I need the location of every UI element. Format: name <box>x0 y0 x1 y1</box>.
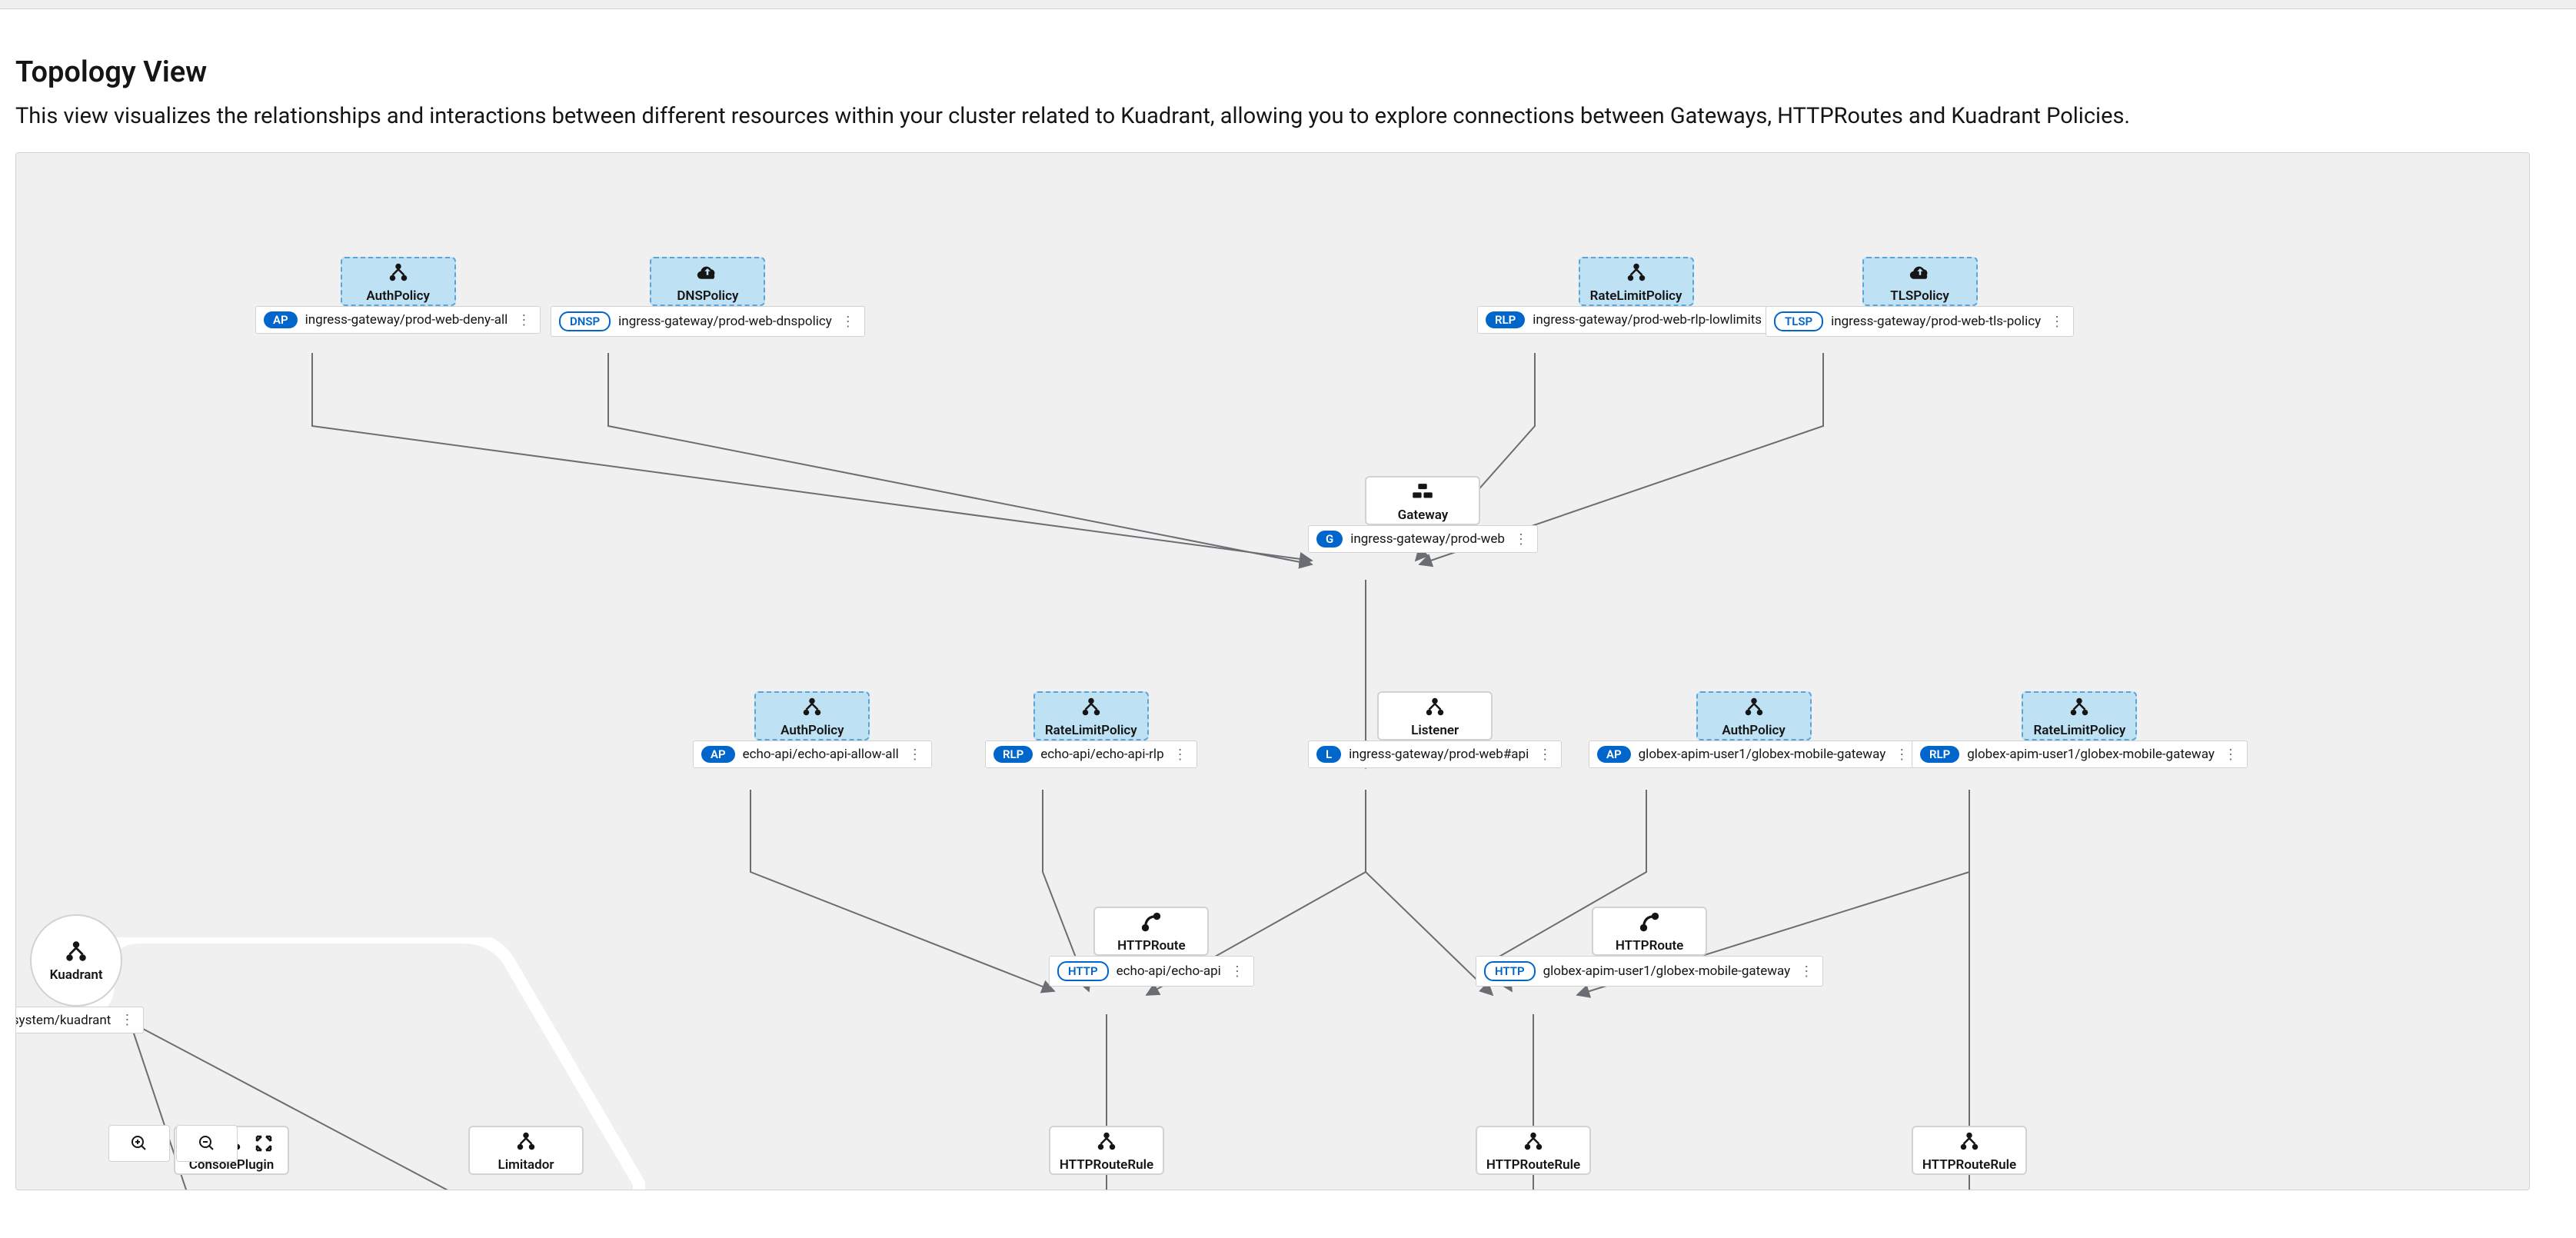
rule-icon <box>1956 1128 1982 1154</box>
node-ratelimit-1[interactable]: RateLimitPolicy RLPingress-gateway/prod-… <box>1477 257 1795 334</box>
cloud-up-icon <box>694 259 721 285</box>
kebab-menu[interactable] <box>1172 747 1189 763</box>
node-httprouterule-1[interactable]: HTTPRouteRule <box>1049 1126 1164 1175</box>
kebab-menu[interactable] <box>515 312 532 328</box>
policy-icon <box>385 259 411 285</box>
topology-canvas[interactable]: AuthPolicy APingress-gateway/prod-web-de… <box>15 152 2530 1190</box>
kebab-menu[interactable] <box>1798 963 1815 980</box>
policy-icon <box>1078 694 1104 720</box>
zoom-in-button[interactable] <box>108 1125 170 1162</box>
cloud-up-icon <box>1907 259 1933 285</box>
node-gateway[interactable]: Gateway Gingress-gateway/prod-web <box>1308 476 1538 553</box>
node-limitador[interactable]: Limitador <box>468 1126 584 1175</box>
fit-button[interactable] <box>244 1125 284 1162</box>
kuadrant-icon <box>63 938 89 964</box>
node-authpolicy-1[interactable]: AuthPolicy APingress-gateway/prod-web-de… <box>255 257 541 334</box>
kebab-menu[interactable] <box>1229 963 1246 980</box>
gateway-icon <box>1409 478 1436 504</box>
kebab-menu[interactable] <box>1536 747 1553 763</box>
zoom-out-button[interactable] <box>176 1125 238 1162</box>
kebab-menu[interactable] <box>907 747 924 763</box>
policy-icon <box>1741 694 1767 720</box>
kebab-menu[interactable] <box>840 314 857 330</box>
node-kuadrant[interactable]: Kuadrant int-system/kuadrant <box>15 914 144 1033</box>
node-dnspolicy[interactable]: DNSPolicy DNSPingress-gateway/prod-web-d… <box>551 257 865 337</box>
policy-icon <box>2066 694 2092 720</box>
policy-icon <box>1623 259 1649 285</box>
node-httproute-1[interactable]: HTTPRoute HTTPecho-api/echo-api <box>1049 907 1254 987</box>
kebab-menu[interactable] <box>2048 314 2065 330</box>
listener-icon <box>1422 694 1448 720</box>
kebab-menu[interactable] <box>118 1012 135 1028</box>
kebab-menu[interactable] <box>1513 531 1529 547</box>
rule-icon <box>1093 1128 1120 1154</box>
kebab-menu[interactable] <box>2222 747 2239 763</box>
page-description: This view visualizes the relationships a… <box>15 103 2561 129</box>
route-icon <box>1636 909 1662 935</box>
kebab-menu[interactable] <box>1893 747 1910 763</box>
limitador-icon <box>513 1128 539 1154</box>
node-httprouterule-2[interactable]: HTTPRouteRule <box>1476 1126 1591 1175</box>
node-ratelimit-2[interactable]: RateLimitPolicy RLPecho-api/echo-api-rlp <box>985 691 1197 768</box>
node-ratelimit-3[interactable]: RateLimitPolicy RLPglobex-apim-user1/glo… <box>1912 691 2248 768</box>
policy-icon <box>799 694 825 720</box>
node-httproute-2[interactable]: HTTPRoute HTTPglobex-apim-user1/globex-m… <box>1476 907 1823 987</box>
page-title: Topology View <box>15 55 2561 89</box>
node-authpolicy-3[interactable]: AuthPolicy APglobex-apim-user1/globex-mo… <box>1589 691 1919 768</box>
rule-icon <box>1520 1128 1546 1154</box>
node-authpolicy-2[interactable]: AuthPolicy APecho-api/echo-api-allow-all <box>693 691 932 768</box>
node-httprouterule-3[interactable]: HTTPRouteRule <box>1912 1126 2027 1175</box>
node-tlspolicy[interactable]: TLSPolicy TLSPingress-gateway/prod-web-t… <box>1766 257 2074 337</box>
node-listener[interactable]: Listener Lingress-gateway/prod-web#api <box>1308 691 1562 768</box>
zoom-controls <box>108 1125 284 1162</box>
route-icon <box>1138 909 1164 935</box>
